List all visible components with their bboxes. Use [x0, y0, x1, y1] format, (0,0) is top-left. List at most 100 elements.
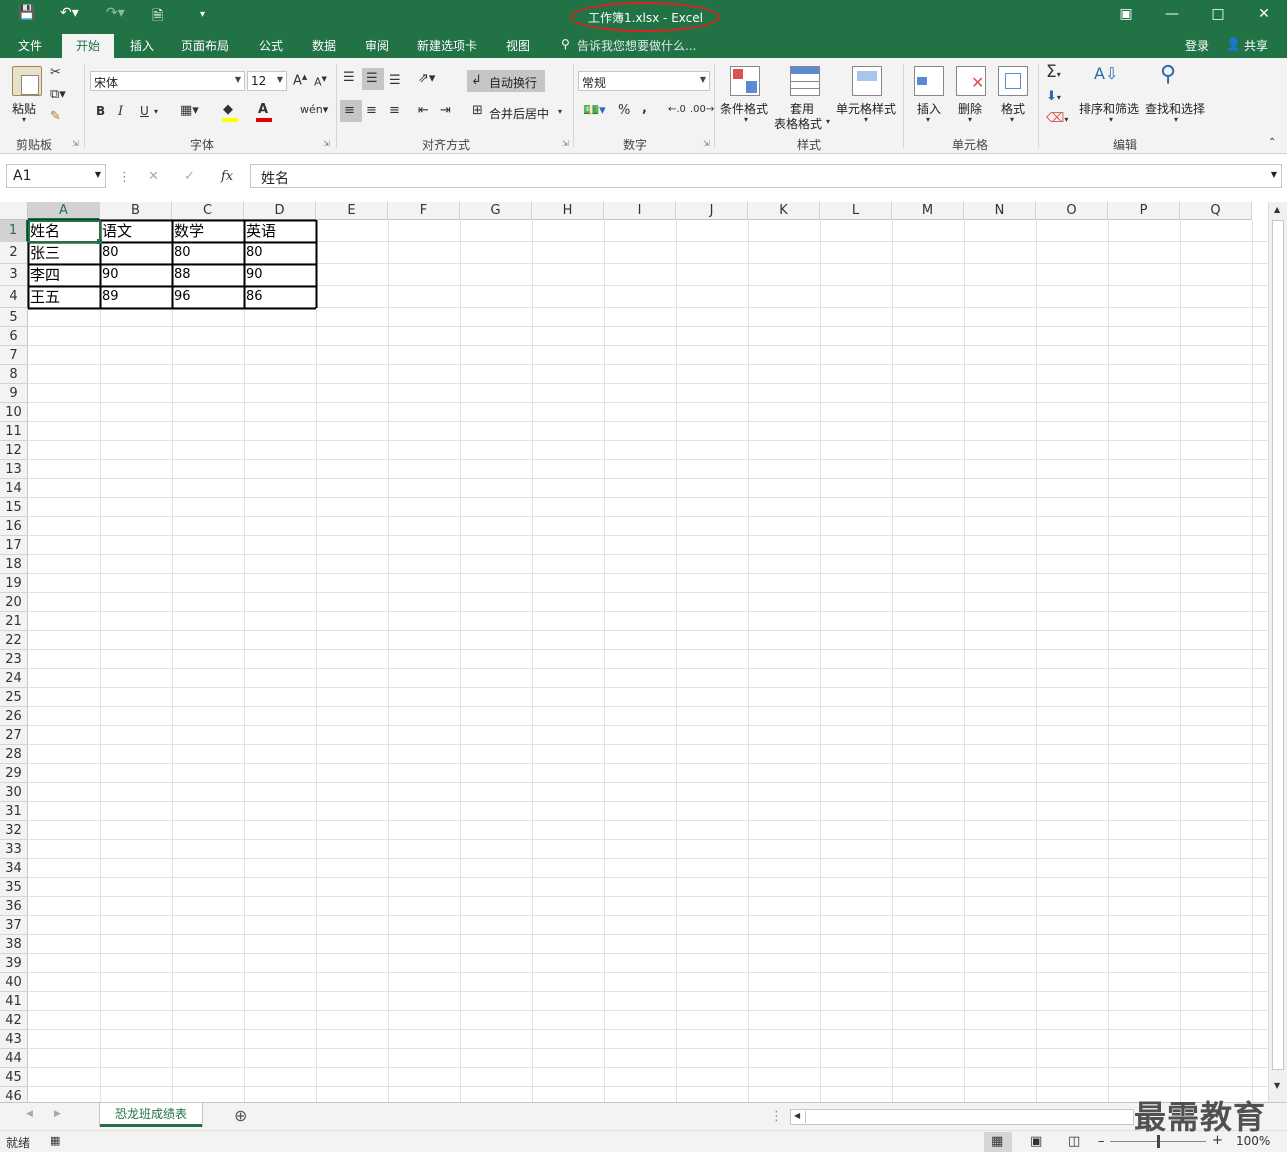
cell-A3[interactable]: 李四: [28, 264, 100, 286]
row-header[interactable]: 2: [0, 242, 28, 264]
cell-A4[interactable]: 王五: [28, 286, 100, 308]
column-header[interactable]: B: [100, 202, 172, 220]
row-header[interactable]: 25: [0, 688, 28, 707]
tab-data[interactable]: 数据: [312, 37, 336, 54]
paste-dropdown-icon[interactable]: ▾: [22, 116, 26, 124]
row-header[interactable]: 44: [0, 1049, 28, 1068]
increase-font-icon[interactable]: A▲: [293, 74, 307, 88]
row-header[interactable]: 11: [0, 422, 28, 441]
clipboard-launcher-icon[interactable]: ⇲: [72, 140, 79, 148]
bold-icon[interactable]: B: [96, 105, 105, 117]
column-header[interactable]: D: [244, 202, 316, 220]
save-icon[interactable]: 💾: [18, 5, 35, 21]
row-header[interactable]: 17: [0, 536, 28, 555]
tab-file[interactable]: 文件: [18, 37, 42, 54]
format-as-table-label-2[interactable]: 表格格式: [774, 115, 822, 132]
row-header[interactable]: 29: [0, 764, 28, 783]
select-all-corner[interactable]: [0, 202, 28, 220]
sort-dropdown-icon[interactable]: ▾: [1109, 116, 1113, 124]
close-button[interactable]: ✕: [1254, 6, 1274, 22]
sort-filter-icon[interactable]: A⇩: [1094, 66, 1118, 82]
format-as-table-icon[interactable]: [790, 66, 820, 96]
worksheet-grid[interactable]: ABCDEFGHIJKLMNOPQ 1 2 3 4 5 6 7 8 9 10 11 12 13 14 15 1…: [0, 202, 1268, 1102]
decrease-font-icon[interactable]: A▼: [314, 76, 327, 88]
minimize-button[interactable]: —: [1162, 6, 1182, 22]
row-header[interactable]: 4: [0, 286, 28, 308]
row-header[interactable]: 35: [0, 878, 28, 897]
format-painter-icon[interactable]: ✎: [50, 110, 61, 123]
number-launcher-icon[interactable]: ⇲: [703, 140, 710, 148]
align-right-icon[interactable]: ≡: [389, 104, 400, 117]
row-header[interactable]: 20: [0, 593, 28, 612]
increase-indent-icon[interactable]: ⇥: [440, 104, 451, 117]
tab-home[interactable]: 开始: [62, 34, 114, 58]
comma-style-icon[interactable]: ,: [642, 102, 647, 115]
collapse-ribbon-icon[interactable]: ⌃: [1268, 138, 1276, 148]
align-center-icon[interactable]: ≡: [366, 104, 377, 117]
cell-D4[interactable]: 86: [244, 286, 316, 308]
page-layout-view-icon[interactable]: ▣: [1030, 1135, 1042, 1148]
tell-me-box[interactable]: 告诉我您想要做什么...: [577, 37, 696, 54]
column-header[interactable]: C: [172, 202, 244, 220]
page-break-view-icon[interactable]: ◫: [1068, 1135, 1080, 1148]
font-size-combo[interactable]: 12 ▼: [247, 71, 287, 91]
tab-formulas[interactable]: 公式: [259, 37, 283, 54]
underline-icon[interactable]: U: [140, 105, 149, 117]
undo-icon[interactable]: ↶▾: [60, 5, 79, 21]
row-header[interactable]: 27: [0, 726, 28, 745]
ribbon-display-options-icon[interactable]: ▣: [1116, 6, 1136, 22]
align-middle-icon[interactable]: ☰: [366, 72, 378, 85]
merge-center-button[interactable]: 合并后居中: [489, 105, 549, 122]
scroll-left-icon[interactable]: ◀: [794, 1112, 800, 1120]
column-header[interactable]: Q: [1180, 202, 1252, 220]
hscroll-thumb[interactable]: [805, 1111, 1125, 1123]
fill-icon[interactable]: ⬇▾: [1046, 90, 1061, 103]
row-header[interactable]: 18: [0, 555, 28, 574]
autosum-icon[interactable]: Σ▾: [1046, 64, 1061, 81]
expand-formula-icon[interactable]: ▼: [1271, 170, 1277, 179]
tab-view[interactable]: 视图: [506, 37, 530, 54]
orientation-icon[interactable]: ⇗▾: [418, 72, 435, 85]
cell-A2[interactable]: 张三: [28, 242, 100, 264]
font-color-icon[interactable]: A: [258, 103, 268, 116]
row-header[interactable]: 21: [0, 612, 28, 631]
row-header[interactable]: 32: [0, 821, 28, 840]
clear-icon[interactable]: ⌫▾: [1046, 112, 1068, 125]
row-header[interactable]: 15: [0, 498, 28, 517]
row-header[interactable]: 42: [0, 1011, 28, 1030]
cell-C3[interactable]: 88: [172, 264, 244, 286]
vertical-scrollbar[interactable]: ▲ ▼: [1268, 202, 1287, 1102]
paste-icon[interactable]: [12, 66, 42, 96]
row-header[interactable]: 23: [0, 650, 28, 669]
row-header[interactable]: 40: [0, 973, 28, 992]
increase-decimal-icon[interactable]: ←.0: [668, 105, 686, 115]
row-header[interactable]: 37: [0, 916, 28, 935]
row-header[interactable]: 30: [0, 783, 28, 802]
cell-C2[interactable]: 80: [172, 242, 244, 264]
insert-dropdown-icon[interactable]: ▾: [926, 116, 930, 124]
zoom-out-icon[interactable]: –: [1098, 1135, 1105, 1148]
row-header[interactable]: 5: [0, 308, 28, 327]
next-sheet-icon[interactable]: ▶: [54, 1110, 61, 1119]
align-left-icon[interactable]: ≡: [344, 104, 355, 117]
row-header[interactable]: 6: [0, 327, 28, 346]
enter-icon[interactable]: ✓: [184, 170, 195, 183]
delete-cells-icon[interactable]: ✕: [956, 66, 986, 96]
alignment-launcher-icon[interactable]: ⇲: [562, 140, 569, 148]
cut-icon[interactable]: ✂: [50, 66, 61, 79]
row-header[interactable]: 46: [0, 1087, 28, 1102]
row-header[interactable]: 26: [0, 707, 28, 726]
cell-styles-dropdown-icon[interactable]: ▾: [864, 116, 868, 124]
redo-icon[interactable]: ↷▾: [106, 5, 125, 21]
currency-icon[interactable]: 💵▾: [583, 104, 606, 117]
row-header[interactable]: 39: [0, 954, 28, 973]
merge-dropdown-icon[interactable]: ▾: [558, 108, 562, 116]
table-dropdown-icon[interactable]: ▾: [826, 118, 830, 126]
copy-icon[interactable]: ⧉▾: [50, 88, 66, 101]
row-header[interactable]: 38: [0, 935, 28, 954]
align-bottom-icon[interactable]: ☰: [389, 74, 401, 87]
tab-new[interactable]: 新建选项卡: [417, 37, 477, 54]
maximize-button[interactable]: □: [1208, 6, 1228, 22]
cell-D1[interactable]: 英语: [244, 220, 316, 242]
scroll-down-icon[interactable]: ▼: [1274, 1082, 1280, 1090]
